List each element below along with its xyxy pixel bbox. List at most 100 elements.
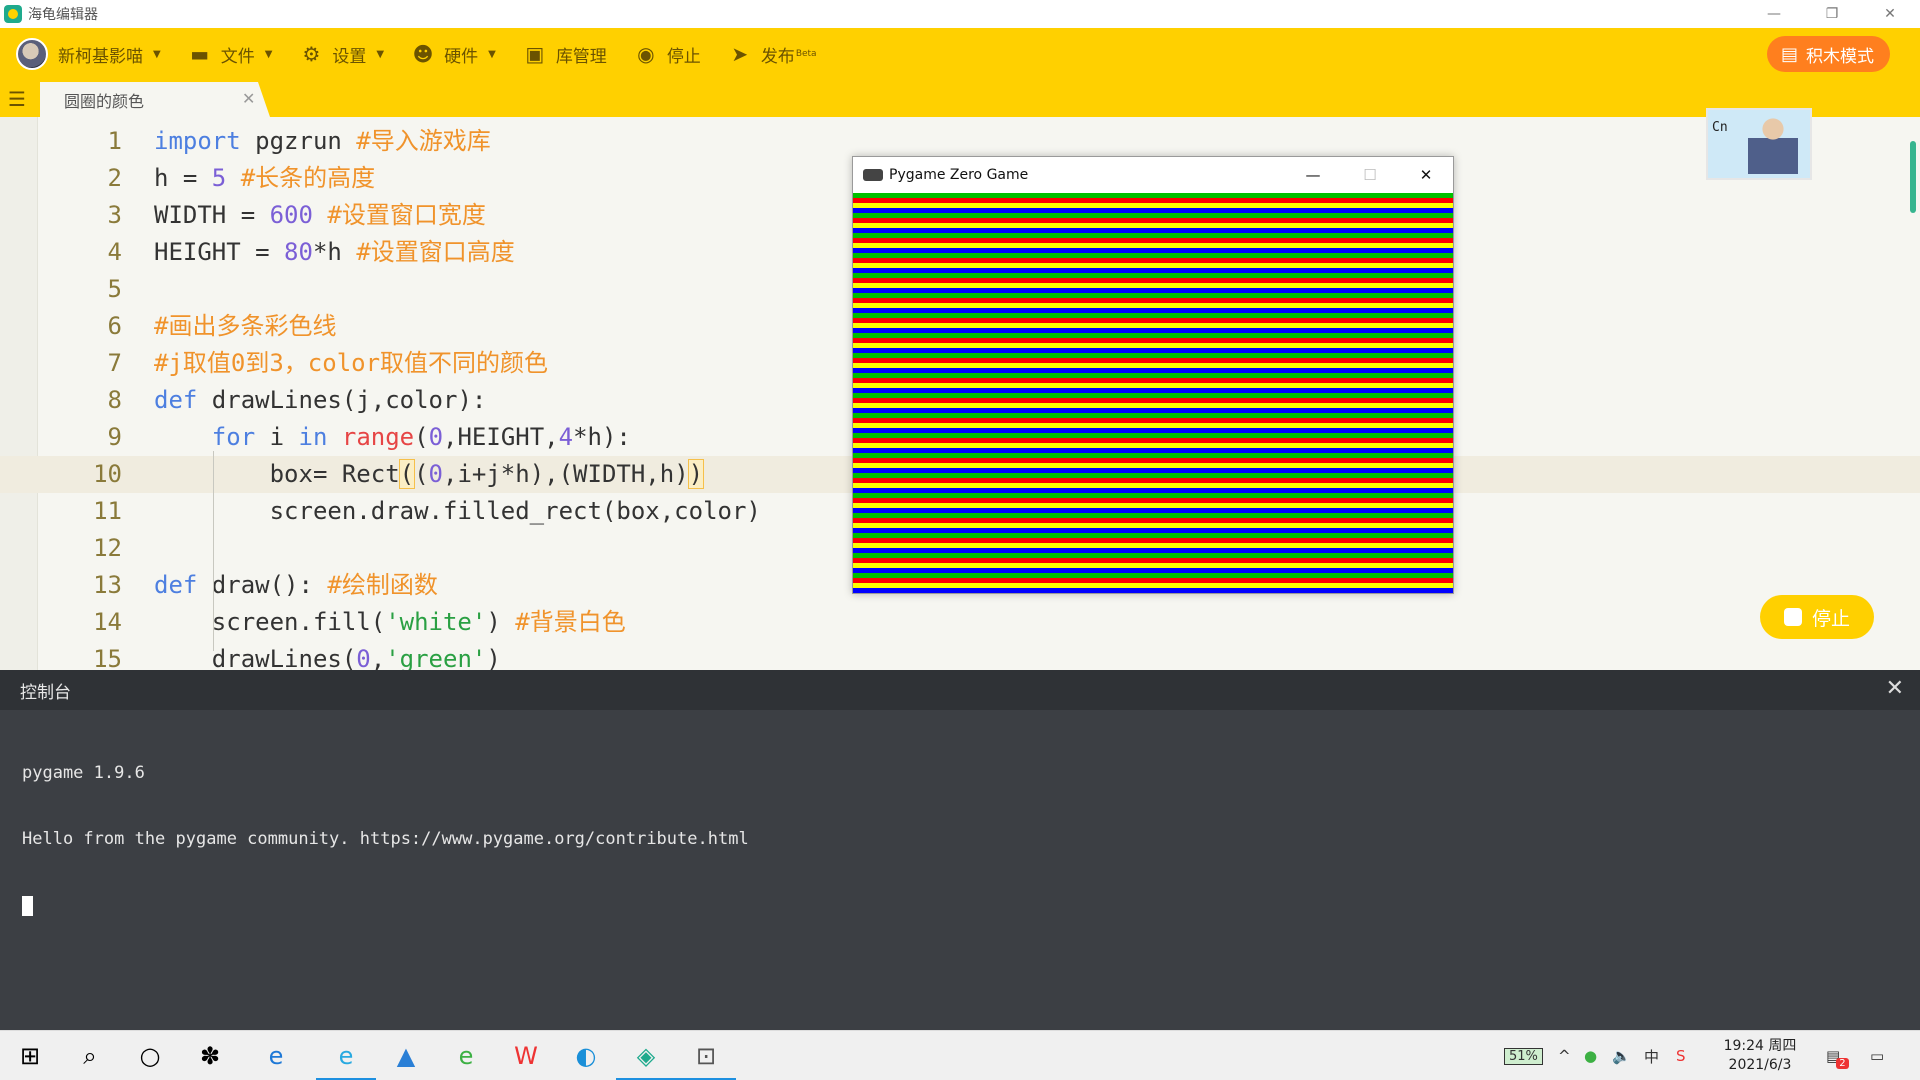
pygame-close-button[interactable]: ✕ [1398, 157, 1454, 193]
restore-button[interactable]: ❐ [1804, 0, 1860, 28]
block-mode-label: 积木模式 [1806, 46, 1874, 67]
widget-tag: Cn [1712, 120, 1728, 135]
code-text: screen.fill('white') #背景白色 [154, 608, 626, 636]
photos-app-icon[interactable]: ▲ [376, 1031, 436, 1080]
ime-label: 中 [1644, 1047, 1660, 1066]
main-toolbar: 新柯基影喵 ▼ ▬ 文件 ▼ ⚙ 设置 ▼ ☻ 硬件 ▼ ▣ 库管理 ◉ 停止 … [0, 28, 1920, 80]
window-title: 海龟编辑器 [28, 7, 98, 23]
code-text: HEIGHT = 80*h #设置窗口高度 [154, 238, 515, 266]
close-tab-icon[interactable]: ✕ [242, 89, 255, 108]
taskbar: ⊞ ⌕ ○ ✽ e e ▲ e W ◐ ◈ ⊡ 51% ^ ● 🔈 中 S 19… [0, 1030, 1920, 1080]
console-panel: 控制台 ✕ pygame 1.9.6 Hello from the pygame… [0, 670, 1920, 1030]
tab-bar: ☰ 圆圈的颜色 ✕ [0, 80, 1920, 117]
console-output[interactable]: pygame 1.9.6 Hello from the pygame commu… [0, 710, 1920, 974]
pygame-app-icon[interactable]: ⊡ [676, 1031, 736, 1080]
block-mode-button[interactable]: ▤ 积木模式 [1766, 36, 1890, 72]
code-line[interactable]: 15 drawLines(0,'green') [0, 641, 1920, 670]
user-menu[interactable]: 新柯基影喵 ▼ [0, 28, 175, 80]
user-name: 新柯基影喵 [58, 46, 143, 67]
wps-office-icon[interactable]: W [496, 1031, 556, 1080]
close-button[interactable]: ✕ [1862, 0, 1918, 28]
notification-app-icon[interactable]: ▤ 2 [1826, 1031, 1849, 1080]
robot-icon: ☻ [412, 42, 434, 66]
code-text: #j取值0到3，color取值不同的颜色 [154, 349, 549, 377]
action-center-icon[interactable]: ▭ [1870, 1031, 1884, 1080]
console-line: Hello from the pygame community. https:/… [22, 829, 749, 849]
settings-menu-label: 设置 [332, 46, 367, 67]
code-text: import pgzrun #导入游戏库 [154, 127, 491, 155]
line-number: 6 [107, 312, 122, 340]
line-number: 4 [107, 238, 122, 266]
stop-button[interactable]: ◉ 停止 [621, 28, 715, 80]
tab-file[interactable]: 圆圈的颜色 ✕ [40, 82, 270, 117]
file-menu-label: 文件 [220, 46, 255, 67]
line-number: 10 [93, 460, 122, 488]
line-number: 8 [107, 386, 122, 414]
line-number: 11 [93, 497, 122, 525]
search-icon[interactable]: ⌕ [60, 1031, 120, 1080]
indent-guide [213, 451, 214, 651]
tray-app-icon[interactable]: ● [1584, 1031, 1597, 1080]
mascot-widget[interactable]: Cn [1706, 108, 1812, 180]
stop-square-icon [1783, 608, 1802, 626]
beta-badge: Beta [795, 49, 817, 59]
code-text: def drawLines(j,color): [154, 386, 487, 414]
code-text: box= Rect((0,i+j*h),(WIDTH,h)) [154, 459, 705, 489]
volume-icon[interactable]: 🔈 [1612, 1031, 1631, 1080]
line-number: 13 [93, 571, 122, 599]
file-menu[interactable]: ▬ 文件 ▼ [175, 28, 287, 80]
code-text: #画出多条彩色线 [154, 312, 337, 340]
line-number: 3 [107, 201, 122, 229]
code-text: def draw(): #绘制函数 [154, 571, 438, 599]
chevron-down-icon: ▼ [488, 48, 496, 60]
browser-icon[interactable]: e [316, 1031, 376, 1080]
code-line[interactable]: 14 screen.fill('white') #背景白色 [0, 604, 1920, 641]
floating-stop-label: 停止 [1811, 607, 1850, 630]
title-bar: 海龟编辑器 — ❐ ✕ [0, 0, 1920, 28]
minimize-button[interactable]: — [1746, 0, 1802, 28]
turtle-editor-icon[interactable]: ◈ [616, 1031, 676, 1080]
publish-label: 发布 [760, 46, 795, 67]
line-number: 2 [107, 164, 122, 192]
chevron-down-icon: ▼ [264, 48, 273, 60]
tray-expand-icon[interactable]: ^ [1558, 1031, 1571, 1080]
pygame-title: Pygame Zero Game [889, 167, 1029, 183]
console-cursor [22, 896, 33, 916]
editor-scrollbar[interactable] [1910, 141, 1916, 213]
stop-icon: ◉ [637, 42, 655, 66]
console-header: 控制台 [0, 670, 1920, 710]
code-text: for i in range(0,HEIGHT,4*h): [211, 423, 631, 451]
ime-indicator[interactable]: 中 [1644, 1031, 1659, 1080]
hardware-menu-label: 硬件 [444, 46, 479, 67]
hardware-menu[interactable]: ☻ 硬件 ▼ [398, 28, 510, 80]
gear-icon: ⚙ [302, 42, 321, 66]
green-browser-icon[interactable]: e [436, 1031, 496, 1080]
publish-button[interactable]: ➤ 发布 Beta [715, 28, 831, 80]
battery-percent: 51% [1504, 1047, 1543, 1065]
screen: 海龟编辑器 — ❐ ✕ 新柯基影喵 ▼ ▬ 文件 ▼ ⚙ 设置 ▼ ☻ 硬件 ▼… [0, 0, 1920, 1080]
gamepad-icon [863, 169, 883, 181]
floating-stop-button[interactable]: 停止 [1760, 595, 1874, 639]
taskbar-clock[interactable]: 19:24 周四 2021/6/3 [1712, 1037, 1808, 1075]
line-number: 14 [93, 608, 122, 636]
windows-start-icon[interactable]: ⊞ [0, 1031, 60, 1080]
close-console-icon[interactable]: ✕ [1886, 676, 1904, 701]
code-text: screen.draw.filled_rect(box,color) [154, 497, 761, 525]
pygame-minimize-button[interactable]: — [1285, 157, 1341, 193]
library-icon: ▣ [525, 42, 545, 66]
antivirus-icon[interactable]: S [1676, 1031, 1686, 1080]
sidebar-toggle-icon[interactable]: ☰ [8, 88, 30, 110]
app-pinwheel-icon[interactable]: ✽ [180, 1031, 240, 1080]
task-view-icon[interactable]: ○ [120, 1031, 180, 1080]
library-manager-button[interactable]: ▣ 库管理 [510, 28, 621, 80]
notification-badge: 2 [1836, 1057, 1849, 1069]
pygame-maximize-button[interactable]: ☐ [1342, 157, 1398, 193]
battery-indicator[interactable]: 51% [1504, 1031, 1543, 1080]
ie-browser-icon[interactable]: e [246, 1031, 306, 1080]
edge-browser-icon[interactable]: ◐ [556, 1031, 616, 1080]
code-line[interactable]: 1 import pgzrun #导入游戏库 [0, 123, 1920, 160]
pygame-window[interactable]: Pygame Zero Game — ☐ ✕ [852, 156, 1454, 594]
game-canvas-stripes [853, 193, 1453, 593]
code-text: drawLines(0,'green') [154, 645, 501, 670]
settings-menu[interactable]: ⚙ 设置 ▼ [286, 28, 398, 80]
